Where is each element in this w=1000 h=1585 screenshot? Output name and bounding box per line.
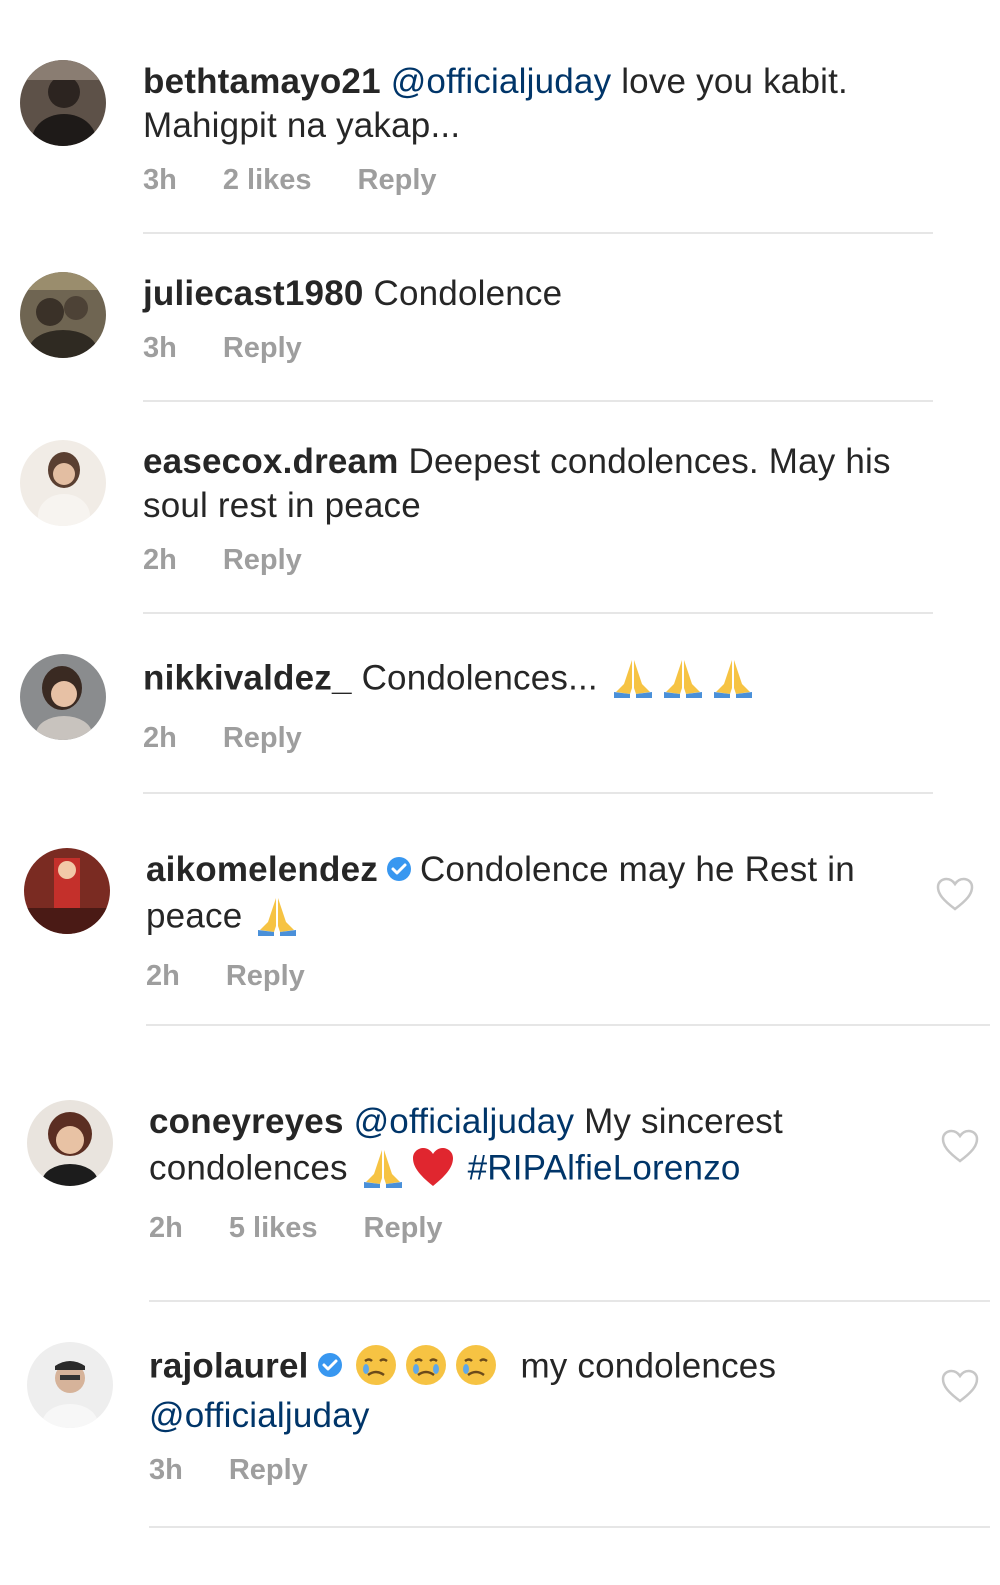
comment-time: 3h	[149, 1454, 183, 1486]
comment-body: coneyreyes @officialjuday My sincerest c…	[149, 1100, 909, 1246]
likes-count[interactable]: 2 likes	[223, 164, 312, 196]
comment-text: easecox.dream Deepest condolences. May h…	[143, 440, 903, 528]
avatar[interactable]	[20, 440, 106, 526]
crying-face-emoji	[453, 1342, 499, 1388]
comment-meta: 3h 2 likes Reply	[143, 164, 903, 198]
comment-username[interactable]: rajolaurel	[149, 1346, 309, 1385]
comment-username[interactable]: bethtamayo21	[143, 62, 381, 101]
comment-message: my condolences	[520, 1346, 777, 1386]
comments-list: bethtamayo21 @officialjuday love you kab…	[0, 0, 1000, 1585]
comment-username[interactable]: easecox.dream	[143, 442, 399, 481]
comment-text: bethtamayo21 @officialjuday love you kab…	[143, 60, 903, 148]
mention-link[interactable]: @officialjuday	[149, 1396, 370, 1435]
folded-hands-emoji	[610, 654, 656, 700]
comment-time: 2h	[143, 722, 177, 754]
reply-button[interactable]: Reply	[223, 722, 302, 754]
reply-button[interactable]: Reply	[223, 332, 302, 364]
comment-meta: 2h Reply	[143, 722, 903, 756]
comment-text: juliecast1980 Condolence	[143, 272, 903, 316]
comment-time: 3h	[143, 164, 177, 196]
hashtag-link[interactable]: #RIPAlfieLorenzo	[468, 1148, 741, 1187]
divider	[143, 612, 933, 614]
divider	[143, 792, 933, 794]
comment-meta: 2h 5 likes Reply	[149, 1212, 909, 1246]
comment-text: coneyreyes @officialjuday My sincerest c…	[149, 1100, 909, 1196]
reply-button[interactable]: Reply	[223, 544, 302, 576]
comment-body: bethtamayo21 @officialjuday love you kab…	[143, 60, 903, 198]
comment-username[interactable]: aikomelendez	[146, 850, 378, 889]
comment-time: 2h	[149, 1212, 183, 1244]
reply-button[interactable]: Reply	[358, 164, 437, 196]
comment-body: easecox.dream Deepest condolences. May h…	[143, 440, 903, 578]
comment-text: rajolaurel my condolences @officialjuday	[149, 1342, 909, 1438]
reply-button[interactable]: Reply	[364, 1212, 443, 1244]
comment-time: 3h	[143, 332, 177, 364]
comment-meta: 3h Reply	[143, 332, 903, 366]
like-heart-icon[interactable]	[940, 1128, 980, 1164]
folded-hands-emoji	[710, 654, 756, 700]
avatar[interactable]	[24, 848, 110, 934]
like-heart-icon[interactable]	[935, 876, 975, 912]
avatar[interactable]	[20, 60, 106, 146]
comment-message: Condolence	[373, 274, 563, 313]
red-heart-emoji	[410, 1144, 456, 1190]
comment-message: Condolences...	[361, 658, 598, 698]
comment-body: rajolaurel my condolences @officialjuday …	[149, 1342, 909, 1488]
avatar[interactable]	[20, 654, 106, 740]
likes-count[interactable]: 5 likes	[229, 1212, 318, 1244]
comment-meta: 3h Reply	[149, 1454, 909, 1488]
crying-face-emoji	[403, 1342, 449, 1388]
folded-hands-emoji	[660, 654, 706, 700]
comment-username[interactable]: juliecast1980	[143, 274, 364, 313]
verified-badge-icon	[317, 1352, 343, 1378]
avatar[interactable]	[27, 1100, 113, 1186]
avatar[interactable]	[20, 272, 106, 358]
comment-body: aikomelendez Condolence may he Rest in pe…	[146, 848, 906, 994]
divider	[143, 232, 933, 234]
comment-body: nikkivaldez_ Condolences... 2h Reply	[143, 654, 903, 756]
mention-link[interactable]: @officialjuday	[391, 62, 612, 101]
mention-link[interactable]: @officialjuday	[354, 1102, 575, 1141]
comment-username[interactable]: coneyreyes	[149, 1102, 344, 1141]
comment-time: 2h	[143, 544, 177, 576]
verified-badge-icon	[386, 856, 412, 882]
divider	[143, 400, 933, 402]
divider	[149, 1526, 990, 1528]
comment-time: 2h	[146, 960, 180, 992]
divider	[149, 1300, 990, 1302]
reply-button[interactable]: Reply	[229, 1454, 308, 1486]
comment-text: nikkivaldez_ Condolences...	[143, 654, 903, 706]
reply-button[interactable]: Reply	[226, 960, 305, 992]
comment-text: aikomelendez Condolence may he Rest in pe…	[146, 848, 906, 944]
avatar[interactable]	[27, 1342, 113, 1428]
folded-hands-emoji	[360, 1144, 406, 1190]
comment-body: juliecast1980 Condolence 3h Reply	[143, 272, 903, 366]
comment-meta: 2h Reply	[143, 544, 903, 578]
folded-hands-emoji	[254, 892, 300, 938]
like-heart-icon[interactable]	[940, 1368, 980, 1404]
comment-username[interactable]: nikkivaldez_	[143, 658, 352, 697]
comment-meta: 2h Reply	[146, 960, 906, 994]
divider	[146, 1024, 990, 1026]
crying-face-emoji	[353, 1342, 399, 1388]
